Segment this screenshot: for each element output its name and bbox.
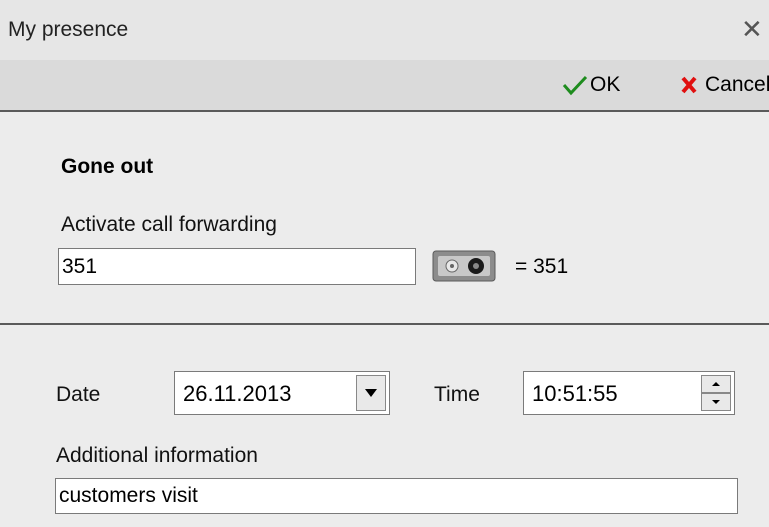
forwarding-label: Activate call forwarding: [61, 213, 277, 236]
info-label: Additional information: [56, 444, 258, 467]
date-value[interactable]: 26.11.2013: [183, 381, 291, 407]
window-title: My presence: [8, 18, 129, 41]
ok-label: OK: [590, 73, 621, 96]
date-picker[interactable]: 26.11.2013: [174, 371, 390, 415]
date-dropdown-button[interactable]: [356, 375, 386, 411]
cassette-icon[interactable]: [432, 249, 496, 283]
time-picker[interactable]: 10:51:55: [523, 371, 735, 415]
time-label: Time: [434, 383, 480, 406]
date-label: Date: [56, 383, 101, 406]
forwarding-resolved: = 351: [515, 255, 569, 278]
info-input[interactable]: [55, 478, 738, 514]
status-title: Gone out: [61, 155, 154, 178]
forwarding-input[interactable]: [58, 248, 416, 285]
ok-button[interactable]: OK: [562, 70, 620, 100]
title-bar: My presence ✕: [0, 0, 769, 60]
time-value[interactable]: 10:51:55: [532, 381, 618, 407]
close-icon[interactable]: ✕: [741, 16, 763, 42]
cancel-button[interactable]: Cancel: [681, 70, 769, 100]
toolbar: OK Cancel: [0, 60, 769, 112]
section-divider: [0, 323, 769, 325]
time-down-button[interactable]: [701, 393, 731, 411]
checkmark-icon: [562, 75, 588, 96]
time-spinner[interactable]: [701, 375, 731, 411]
arrow-up-icon: [712, 382, 720, 386]
chevron-down-icon: [365, 389, 377, 397]
time-up-button[interactable]: [701, 375, 731, 393]
cancel-label: Cancel: [705, 73, 769, 96]
cross-icon: [681, 76, 697, 94]
arrow-down-icon: [712, 400, 720, 404]
